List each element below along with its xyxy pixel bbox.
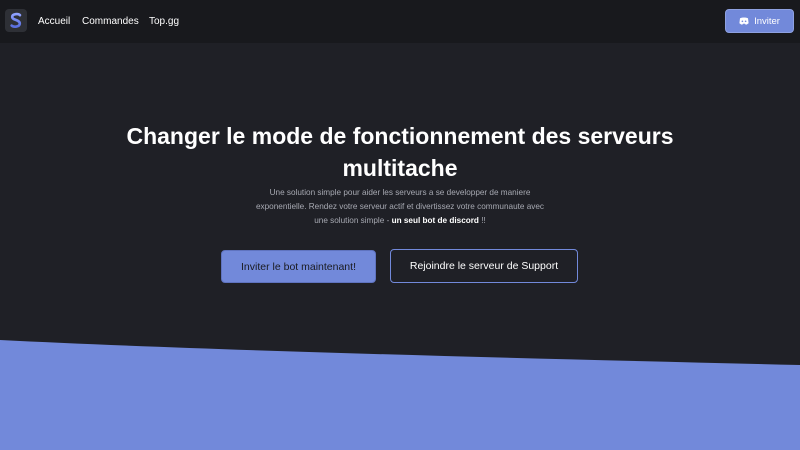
bot-logo-icon[interactable] [5,9,27,32]
join-support-button[interactable]: Rejoindre le serveur de Support [390,249,578,283]
invite-button[interactable]: Inviter [725,9,794,33]
invite-bot-button[interactable]: Inviter le bot maintenant! [221,250,376,283]
hero-title: Changer le mode de fonctionnement des se… [126,123,674,181]
logo-letter-glyph [10,12,22,28]
hero-description-highlight: un seul bot de discord [391,216,479,225]
nav-link-accueil[interactable]: Accueil [38,0,70,43]
invite-button-label: Inviter [754,15,780,27]
decorative-wave [0,340,800,450]
nav-link-topgg[interactable]: Top.gg [149,0,179,43]
hero-description-end: !! [478,216,486,225]
discord-icon [739,17,749,25]
hero-description: Une solution simple pour aider les serve… [255,186,545,228]
navbar: Accueil Commandes Top.gg Inviter [0,0,800,43]
nav-link-commandes[interactable]: Commandes [82,0,139,43]
